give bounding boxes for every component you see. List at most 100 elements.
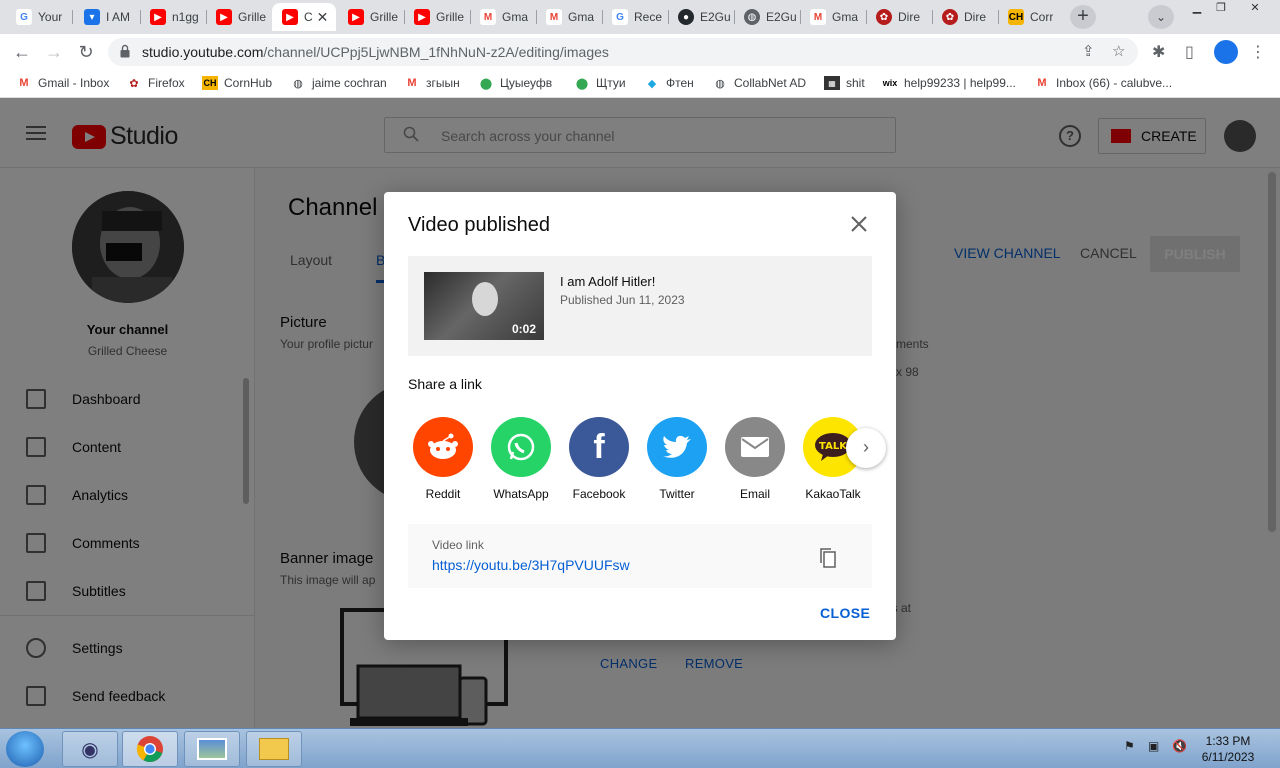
reddit-icon bbox=[413, 417, 473, 477]
share-label: Email bbox=[739, 487, 770, 501]
share-whatsapp-button[interactable]: WhatsApp bbox=[486, 417, 556, 501]
browser-tab[interactable]: ◍ E2Gu bbox=[734, 3, 800, 31]
taskbar-chrome[interactable] bbox=[122, 731, 178, 767]
network-icon[interactable]: ▣ bbox=[1148, 739, 1159, 753]
browser-tab[interactable]: G Your bbox=[6, 3, 72, 31]
share-icon[interactable]: ⇪ bbox=[1082, 42, 1095, 60]
bookmark-item[interactable]: ◍ CollabNet AD bbox=[712, 76, 806, 90]
close-icon[interactable] bbox=[850, 215, 868, 233]
browser-tab[interactable]: ▾ I AM bbox=[74, 3, 140, 31]
youtube-icon: ▶ bbox=[282, 9, 298, 25]
bookmark-star-icon[interactable]: ☆ bbox=[1112, 42, 1125, 60]
forward-button[interactable]: → bbox=[42, 40, 66, 64]
browser-tab[interactable]: ▶ Grille bbox=[206, 3, 272, 31]
copy-icon[interactable] bbox=[820, 548, 836, 568]
bookmark-item[interactable]: Mзгыын bbox=[404, 76, 459, 90]
share-label: Twitter bbox=[659, 487, 695, 501]
bookmark-item[interactable]: ⬤ Цуыеуфв bbox=[478, 76, 552, 90]
tab-title: E2Gu bbox=[700, 10, 731, 24]
tab-title: Gma bbox=[502, 10, 529, 24]
bookmark-item[interactable]: M Inbox (66) - calubve... bbox=[1034, 76, 1172, 90]
flag-icon[interactable]: ⚑ bbox=[1124, 739, 1135, 753]
browser-tab[interactable]: M Gma bbox=[536, 3, 602, 31]
url-host: studio.youtube.com bbox=[142, 44, 264, 60]
browser-profile-avatar[interactable] bbox=[1214, 40, 1238, 64]
share-facebook-button[interactable]: f Facebook bbox=[564, 417, 634, 501]
taskbar-file-explorer[interactable] bbox=[246, 731, 302, 767]
dialog-close-button[interactable]: CLOSE bbox=[820, 605, 870, 621]
browser-tab[interactable]: ▶ Grille bbox=[338, 3, 404, 31]
leaf-icon: ✿ bbox=[942, 9, 958, 25]
bookmark-item[interactable]: ▦ shit bbox=[824, 76, 865, 90]
share-next-arrow-icon[interactable]: › bbox=[846, 428, 886, 468]
browser-tab[interactable]: M Gma bbox=[470, 3, 536, 31]
google-icon: G bbox=[16, 9, 32, 25]
menu-dots-icon[interactable]: ⋮ bbox=[1250, 42, 1266, 62]
tab-title: Corr bbox=[1030, 10, 1054, 24]
map-pin-icon: ⬤ bbox=[575, 77, 589, 90]
browser-tab[interactable]: G Rece bbox=[602, 3, 668, 31]
tab-title: Rece bbox=[634, 10, 663, 24]
bookmark-item[interactable]: ⬤ Щтуи bbox=[574, 76, 626, 90]
tab-title: I AM bbox=[106, 10, 131, 24]
thumbnail-figure bbox=[472, 282, 498, 316]
share-reddit-button[interactable]: Reddit bbox=[408, 417, 478, 501]
share-label: WhatsApp bbox=[493, 487, 549, 501]
bookmark-item[interactable]: CH CornHub bbox=[202, 76, 272, 90]
browser-tab-active[interactable]: ▶ C ✕ bbox=[272, 3, 336, 31]
browser-tab[interactable]: M Gma bbox=[800, 3, 866, 31]
facebook-icon: f bbox=[569, 417, 629, 477]
bookmark-item[interactable]: ✿ Firefox bbox=[126, 76, 184, 90]
email-icon bbox=[725, 417, 785, 477]
system-clock[interactable]: 1:33 PM 6/11/2023 bbox=[1196, 733, 1260, 765]
bookmark-label: CornHub bbox=[224, 76, 273, 90]
window-close-button[interactable]: ✕ bbox=[1240, 0, 1270, 18]
video-link-label: Video link bbox=[432, 538, 484, 552]
gmail-icon: M bbox=[546, 9, 562, 25]
tab-title: n1gg bbox=[172, 10, 199, 24]
tab-close-icon[interactable]: ✕ bbox=[317, 9, 329, 26]
share-section-title: Share a link bbox=[408, 376, 482, 392]
windows-taskbar: ◉ ⚑ ▣ 🔇 1:33 PM 6/11/2023 bbox=[0, 728, 1280, 768]
new-tab-button[interactable]: + bbox=[1070, 5, 1096, 29]
video-publish-date: Published Jun 11, 2023 bbox=[560, 293, 685, 307]
extensions-icon[interactable]: ✱ bbox=[1152, 42, 1165, 62]
reload-button[interactable]: ↻ bbox=[74, 40, 98, 64]
browser-tab[interactable]: ✿ Dire bbox=[932, 3, 998, 31]
browser-toolbar: ← → ↻ studio.youtube.com/channel/UCPpj5L… bbox=[0, 34, 1280, 70]
video-link-url[interactable]: https://youtu.be/3H7qPVUUFsw bbox=[432, 557, 630, 573]
tab-title: Gma bbox=[832, 10, 859, 24]
browser-tab[interactable]: ▶ n1gg bbox=[140, 3, 206, 31]
windows-start-button[interactable] bbox=[6, 731, 44, 767]
back-button[interactable]: ← bbox=[10, 40, 34, 64]
taskbar-media-player[interactable]: ◉ bbox=[62, 731, 118, 767]
bookmark-item[interactable]: M Gmail - Inbox bbox=[16, 76, 109, 90]
taskbar-image-viewer[interactable] bbox=[184, 731, 240, 767]
browser-tab-strip: G Your ▾ I AM ▶ n1gg ▶ Grille ▶ C ✕ ▶ Gr… bbox=[0, 0, 1280, 34]
restore-button[interactable]: ❐ bbox=[1206, 0, 1236, 18]
github-icon: ● bbox=[678, 9, 694, 25]
browser-tab[interactable]: ▶ Grille bbox=[404, 3, 470, 31]
tab-search-button[interactable]: ⌄ bbox=[1148, 5, 1174, 29]
bookmark-item[interactable]: ◍ jaime cochran bbox=[290, 76, 387, 90]
gmail-icon: M bbox=[1037, 77, 1047, 89]
share-label: Reddit bbox=[425, 487, 461, 501]
side-panel-icon[interactable]: ▯ bbox=[1185, 42, 1194, 62]
share-twitter-button[interactable]: Twitter bbox=[642, 417, 712, 501]
google-icon: G bbox=[612, 9, 628, 25]
browser-tab[interactable]: ✿ Dire bbox=[866, 3, 932, 31]
tab-title: Your bbox=[38, 10, 63, 24]
browser-tab[interactable]: CH Corr bbox=[998, 3, 1064, 31]
volume-muted-icon[interactable]: 🔇 bbox=[1172, 739, 1187, 753]
bookmark-item[interactable]: ◆ Фтен bbox=[644, 76, 694, 90]
address-bar[interactable]: studio.youtube.com/channel/UCPpj5LjwNBM_… bbox=[108, 38, 1138, 66]
youtube-icon: ▶ bbox=[150, 9, 166, 25]
share-email-button[interactable]: Email bbox=[720, 417, 790, 501]
browser-tab[interactable]: ● E2Gu bbox=[668, 3, 734, 31]
gmail-icon: M bbox=[407, 77, 417, 89]
leaf-icon: ✿ bbox=[129, 77, 139, 90]
bookmark-label: shit bbox=[846, 76, 865, 90]
bookmark-item[interactable]: wix help99233 | help99... bbox=[882, 76, 1016, 90]
leaf-icon: ✿ bbox=[876, 9, 892, 25]
video-thumbnail[interactable]: 0:02 bbox=[424, 272, 544, 340]
